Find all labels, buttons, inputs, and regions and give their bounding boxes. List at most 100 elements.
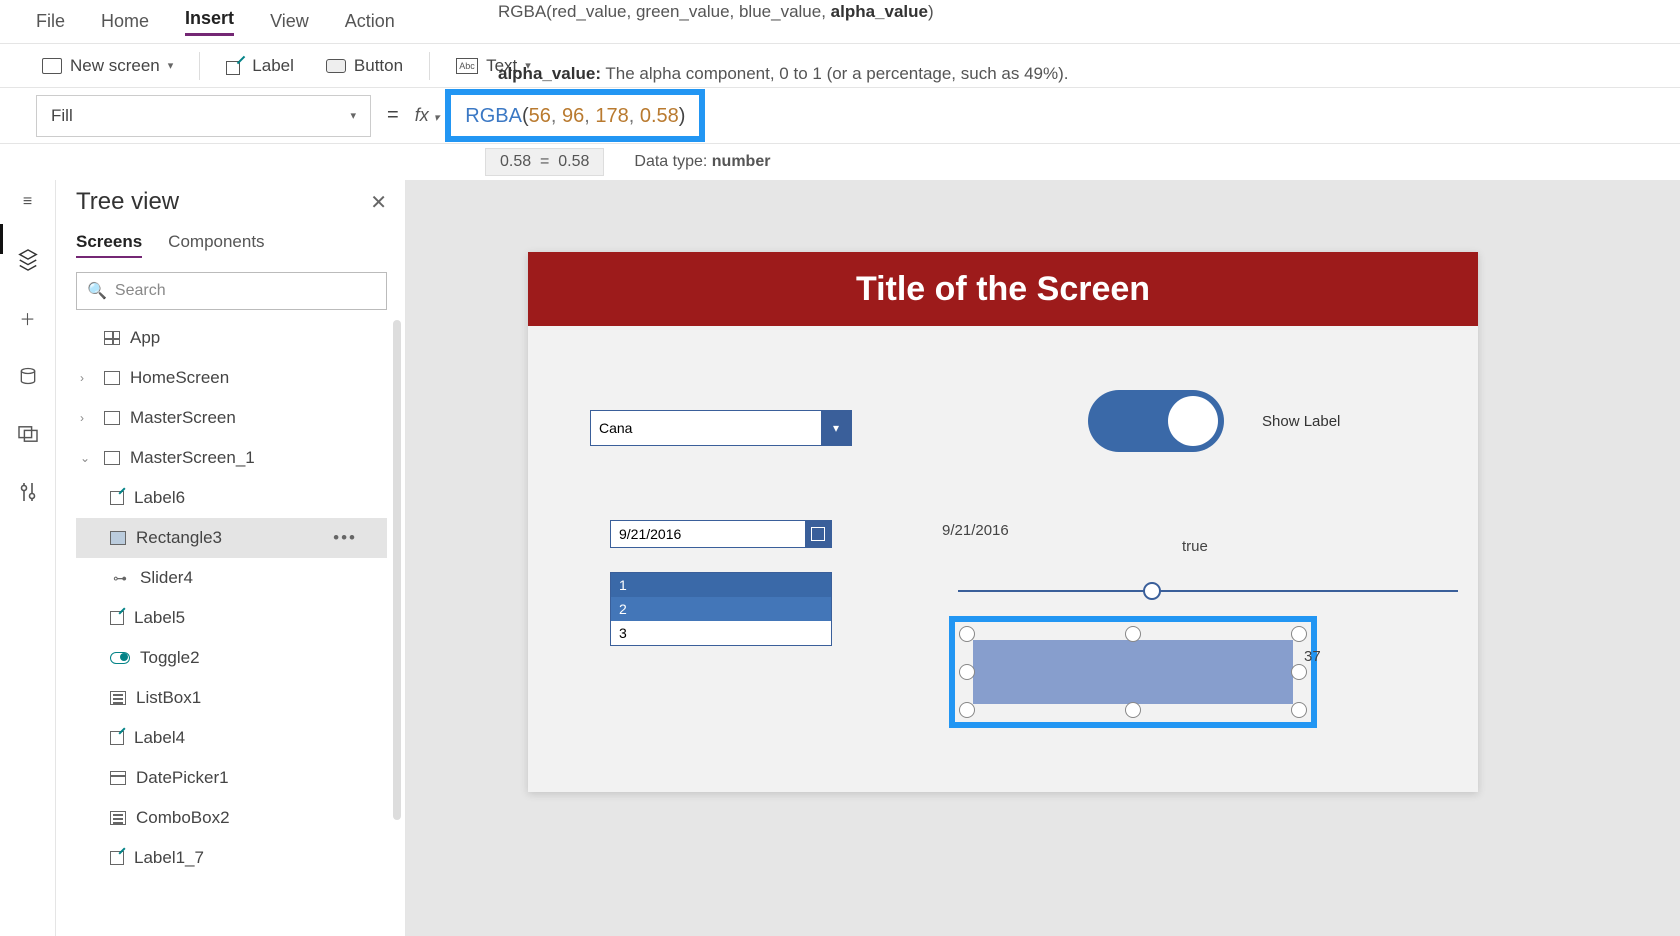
combobox-control[interactable]: Cana ▾ <box>590 410 852 446</box>
menu-insert[interactable]: Insert <box>185 8 234 36</box>
listbox-control[interactable]: 1 2 3 <box>610 572 832 646</box>
insert-label-button[interactable]: Label <box>214 52 306 80</box>
tree-item-label5[interactable]: Label5 <box>76 598 405 638</box>
tree-scrollbar[interactable] <box>393 320 401 820</box>
search-input[interactable]: 🔍 Search <box>76 272 387 310</box>
app-icon <box>104 331 120 345</box>
tree-item-listbox1[interactable]: ListBox1 <box>76 678 405 718</box>
resize-handle[interactable] <box>959 664 975 680</box>
list-item[interactable]: 1 <box>611 573 831 597</box>
rail-active-indicator <box>0 224 3 254</box>
resize-handle[interactable] <box>1125 702 1141 718</box>
tab-screens[interactable]: Screens <box>76 232 142 258</box>
result-type: Data type: number <box>634 153 770 171</box>
tree-item-app[interactable]: App <box>76 318 405 358</box>
tree-item-datepicker1[interactable]: DatePicker1 <box>76 758 405 798</box>
datepicker-control[interactable]: 9/21/2016 <box>610 520 832 548</box>
label-icon <box>110 851 124 865</box>
data-icon[interactable] <box>16 364 40 388</box>
tree-item-label1_7[interactable]: Label1_7 <box>76 838 405 878</box>
datepicker-icon <box>110 771 126 785</box>
param-desc: The alpha component, 0 to 1 (or a percen… <box>601 64 1068 83</box>
combobox-value: Cana <box>591 420 821 436</box>
resize-handle[interactable] <box>1291 626 1307 642</box>
sig-prefix: RGBA(red_value, green_value, blue_value, <box>498 2 831 21</box>
chevron-down-icon[interactable]: ▾ <box>821 411 851 445</box>
slider-track <box>958 590 1458 592</box>
menu-view[interactable]: View <box>270 11 309 32</box>
sig-bold: alpha_value <box>831 2 928 21</box>
listbox-icon <box>110 691 126 705</box>
screen-icon <box>104 451 120 465</box>
screen-icon <box>104 411 120 425</box>
tree-item-masterscreen[interactable]: ›MasterScreen <box>76 398 405 438</box>
formula-result: 0.58 = 0.58 Data type: number <box>485 148 770 176</box>
tree-title: Tree view <box>76 188 179 216</box>
app-canvas[interactable]: Title of the Screen Cana ▾ Show Label 9/… <box>528 252 1478 792</box>
media-icon[interactable] <box>16 422 40 446</box>
tab-components[interactable]: Components <box>168 232 264 258</box>
hamburger-icon[interactable]: ≡ <box>16 190 40 214</box>
tree-item-slider4[interactable]: ⊶Slider4 <box>76 558 405 598</box>
list-item[interactable]: 2 <box>611 597 831 621</box>
param-name: alpha_value: <box>498 64 601 83</box>
more-icon[interactable]: ••• <box>333 528 357 548</box>
param-hint: alpha_value: The alpha component, 0 to 1… <box>498 64 1068 84</box>
date-echo-label: 9/21/2016 <box>942 522 1009 539</box>
sig-suffix: ) <box>928 2 934 21</box>
tree-item-label4[interactable]: Label4 <box>76 718 405 758</box>
menu-home[interactable]: Home <box>101 11 149 32</box>
tree-item-label6[interactable]: Label6 <box>76 478 405 518</box>
tree-item-masterscreen1[interactable]: ⌄MasterScreen_1 <box>76 438 405 478</box>
formula-hint: RGBA(red_value, green_value, blue_value,… <box>498 2 1068 84</box>
fx-icon[interactable]: fx ▾ <box>415 105 440 126</box>
tree-view-icon[interactable] <box>16 248 40 272</box>
toggle-control[interactable] <box>1088 390 1224 452</box>
tree-item-toggle2[interactable]: Toggle2 <box>76 638 405 678</box>
resize-handle[interactable] <box>1291 664 1307 680</box>
resize-handle[interactable] <box>959 626 975 642</box>
tree-item-homescreen[interactable]: ›HomeScreen <box>76 358 405 398</box>
slider-icon: ⊶ <box>110 569 130 587</box>
property-selector[interactable]: Fill ▾ <box>36 95 371 137</box>
resize-handle[interactable] <box>1291 702 1307 718</box>
button-text: Button <box>354 56 403 76</box>
resize-handle[interactable] <box>959 702 975 718</box>
close-icon[interactable]: ✕ <box>370 190 387 215</box>
search-icon: 🔍 <box>87 281 107 301</box>
insert-plus-icon[interactable]: ＋ <box>16 306 40 330</box>
resize-handle[interactable] <box>1125 626 1141 642</box>
new-screen-button[interactable]: New screen ▾ <box>30 52 185 80</box>
menu-action[interactable]: Action <box>345 11 395 32</box>
left-rail: ≡ ＋ <box>0 180 56 936</box>
tree-item-rectangle3[interactable]: Rectangle3••• <box>76 518 387 558</box>
toggle-icon <box>110 652 130 664</box>
rectangle3-control[interactable] <box>973 640 1293 704</box>
tree-view-panel: Tree view ✕ Screens Components 🔍 Search … <box>56 180 406 936</box>
button-icon <box>326 59 346 73</box>
signature-hint: RGBA(red_value, green_value, blue_value,… <box>498 2 1068 22</box>
screen-icon <box>104 371 120 385</box>
calendar-icon[interactable] <box>805 521 831 547</box>
canvas-area[interactable]: Title of the Screen Cana ▾ Show Label 9/… <box>406 180 1680 936</box>
separator <box>199 52 200 80</box>
text-icon: Abc <box>456 58 478 74</box>
formula-fn: RGBA <box>465 105 522 127</box>
list-item[interactable]: 3 <box>611 621 831 645</box>
arg-3: 0.58 <box>640 105 679 127</box>
label-icon <box>110 731 124 745</box>
rectangle-icon <box>110 531 126 545</box>
main-area: ≡ ＋ Tree view ✕ Screens Components 🔍 Sea… <box>0 180 1680 936</box>
label-icon <box>110 491 124 505</box>
slider-thumb[interactable] <box>1143 582 1161 600</box>
menu-file[interactable]: File <box>36 11 65 32</box>
insert-button-button[interactable]: Button <box>314 52 415 80</box>
property-name: Fill <box>51 106 73 126</box>
toggle-label: Show Label <box>1262 413 1340 430</box>
slider-control[interactable] <box>958 590 1458 592</box>
new-screen-label: New screen <box>70 56 160 76</box>
tree-item-combobox2[interactable]: ComboBox2 <box>76 798 405 838</box>
formula-input[interactable]: RGBA(56, 96, 178, 0.58) <box>445 89 705 142</box>
rectangle-selection[interactable] <box>949 616 1317 728</box>
advanced-tools-icon[interactable] <box>16 480 40 504</box>
